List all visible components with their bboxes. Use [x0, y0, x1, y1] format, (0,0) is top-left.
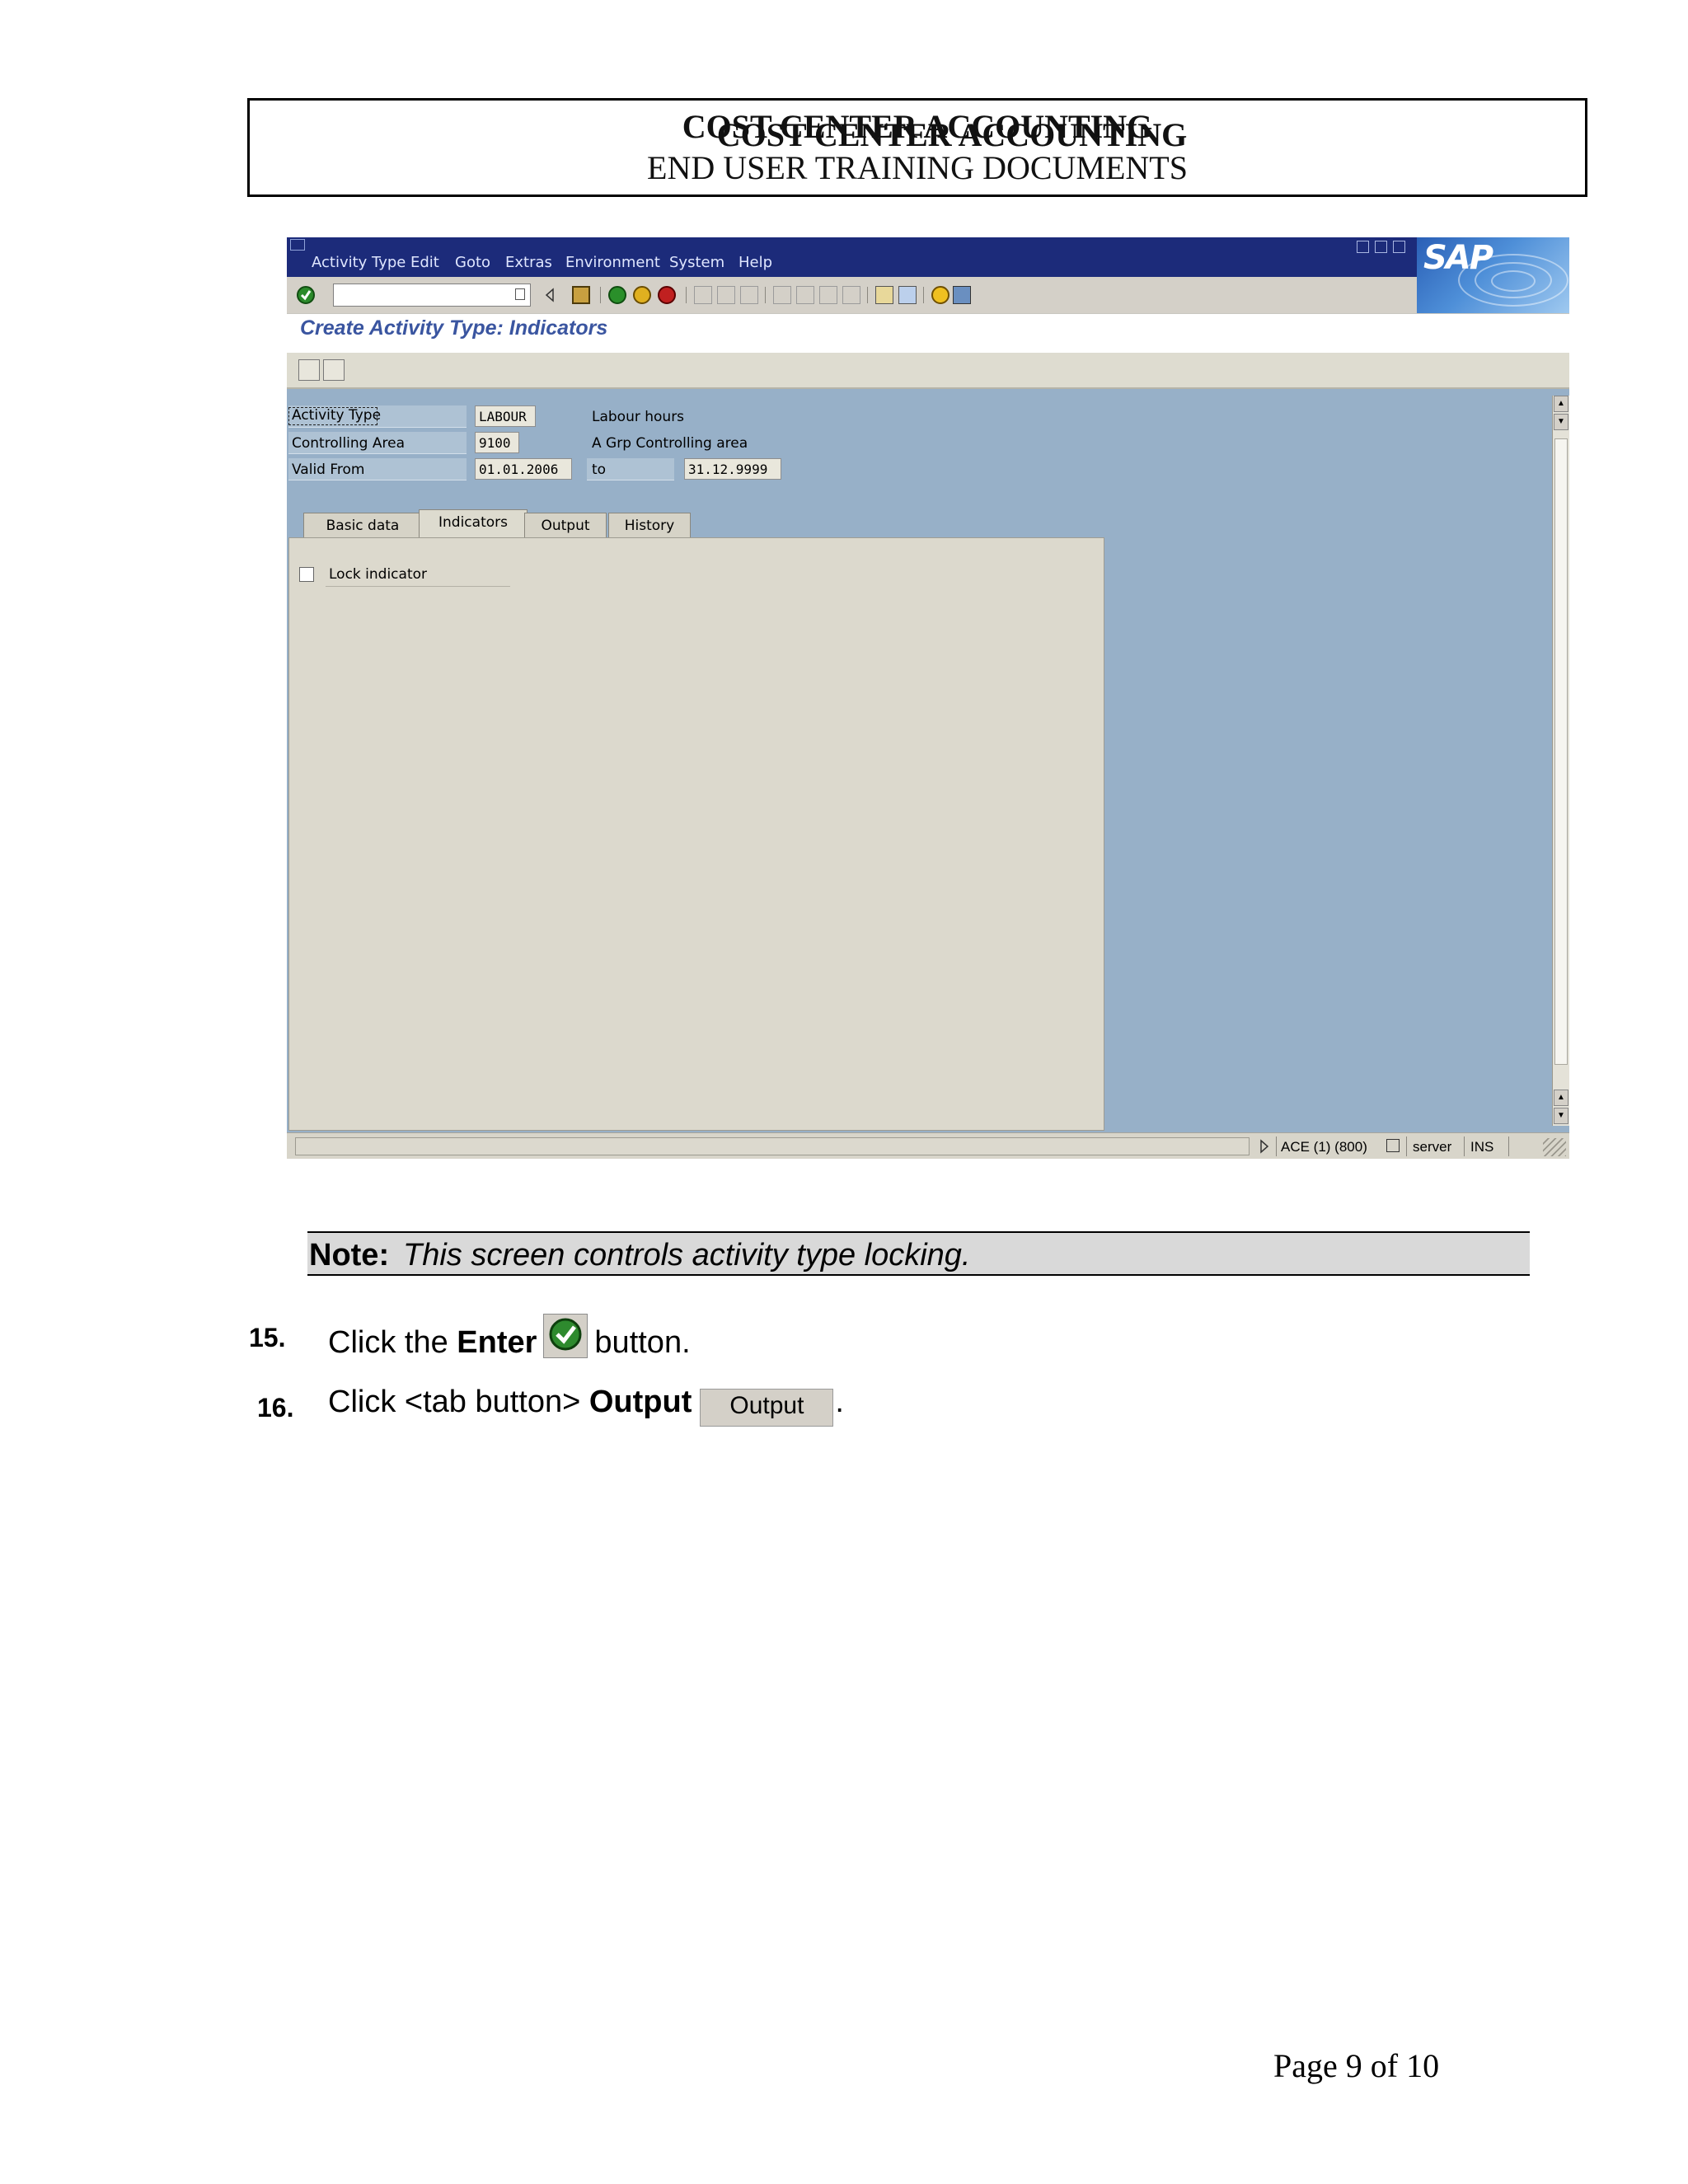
- note-box: Note: This screen controls activity type…: [307, 1231, 1530, 1276]
- scroll-down-bottom-icon[interactable]: ▼: [1554, 1108, 1568, 1124]
- layout-menu-icon[interactable]: [953, 286, 971, 304]
- shortcut-icon[interactable]: [898, 286, 917, 304]
- note-text: This screen controls activity type locki…: [403, 1238, 971, 1272]
- status-system: ACE (1) (800): [1281, 1139, 1367, 1155]
- create-session-icon[interactable]: [875, 286, 893, 304]
- activity-type-label: Activity Type: [292, 407, 382, 424]
- command-toggle-icon[interactable]: [544, 286, 556, 304]
- controlling-area-label: Controlling Area: [292, 435, 405, 452]
- lock-indicator-checkbox[interactable]: [299, 567, 314, 582]
- page-number: Page 9 of 10: [1273, 2047, 1440, 2084]
- next-page-icon[interactable]: [819, 286, 837, 304]
- note-label: Note:: [309, 1238, 390, 1272]
- header-subtitle: END USER TRAINING DOCUMENTS: [647, 149, 1188, 186]
- enter-icon[interactable]: [297, 286, 315, 304]
- screen-title: Create Activity Type: Indicators: [300, 316, 608, 340]
- step-15-bold: Enter: [457, 1325, 537, 1360]
- menu-environment[interactable]: Environment: [565, 254, 660, 271]
- resize-grip[interactable]: [1543, 1138, 1566, 1156]
- step-16: Click <tab button> Output Output.: [328, 1385, 844, 1427]
- menu-activity-type[interactable]: Activity Type: [312, 254, 406, 271]
- step-15-number: 15.: [249, 1323, 286, 1352]
- find-icon[interactable]: [717, 286, 735, 304]
- sap-window: Activity Type Edit Goto Extras Environme…: [287, 237, 1569, 1159]
- restore-icon[interactable]: [1375, 241, 1387, 253]
- save-icon[interactable]: [572, 286, 590, 304]
- tab-output[interactable]: Output: [524, 513, 607, 537]
- sap-logo-text: SAP: [1423, 239, 1493, 277]
- tab-panel-indicators: Lock indicator: [288, 537, 1104, 1131]
- inline-output-tab-button: Output: [700, 1389, 834, 1427]
- print-icon[interactable]: [694, 286, 712, 304]
- scroll-thumb[interactable]: [1554, 438, 1568, 1065]
- step-15-suffix: button.: [594, 1325, 691, 1360]
- scroll-down-icon[interactable]: ▼: [1554, 414, 1568, 430]
- exit-icon[interactable]: [633, 286, 651, 304]
- vertical-scrollbar[interactable]: ▲ ▼ ▲ ▼: [1552, 396, 1569, 1126]
- status-message-field: [295, 1137, 1250, 1155]
- close-window-icon[interactable]: [1393, 241, 1405, 253]
- application-toolbar: [287, 353, 1569, 389]
- cancel-icon[interactable]: [658, 286, 676, 304]
- tab-basic-data[interactable]: Basic data: [303, 513, 422, 537]
- scroll-up-bottom-icon[interactable]: ▲: [1554, 1090, 1568, 1106]
- status-expand-icon[interactable]: [1258, 1138, 1271, 1155]
- valid-from-label: Valid From: [292, 462, 365, 478]
- minimize-icon[interactable]: [1357, 241, 1369, 253]
- help-icon[interactable]: [931, 286, 950, 304]
- standard-toolbar: [287, 277, 1569, 314]
- valid-to-label: to: [592, 462, 607, 478]
- system-menu-icon[interactable]: [290, 239, 305, 251]
- status-bar: ACE (1) (800) server INS: [287, 1132, 1569, 1159]
- sap-logo: SAP: [1417, 237, 1569, 313]
- controlling-area-description: A Grp Controlling area: [592, 435, 748, 452]
- previous-page-icon[interactable]: [796, 286, 814, 304]
- first-page-icon[interactable]: [773, 286, 791, 304]
- menu-bar: Activity Type Edit Goto Extras Environme…: [287, 237, 1569, 277]
- menu-system[interactable]: System: [669, 254, 724, 271]
- tab-indicators[interactable]: Indicators: [419, 509, 528, 537]
- activity-type-field[interactable]: LABOUR: [475, 405, 536, 427]
- other-activity-type-icon[interactable]: [298, 359, 320, 381]
- scroll-up-icon[interactable]: ▲: [1554, 396, 1568, 412]
- valid-from-field[interactable]: 01.01.2006: [475, 458, 572, 480]
- step-16-bold: Output: [588, 1385, 692, 1419]
- lock-indicator-label: Lock indicator: [329, 566, 427, 583]
- step-15: Click the Enter button.: [328, 1314, 691, 1361]
- step-16-number: 16.: [257, 1393, 294, 1422]
- menu-edit[interactable]: Edit: [410, 254, 439, 271]
- controlling-area-field[interactable]: 9100: [475, 432, 519, 453]
- activity-type-description: Labour hours: [592, 409, 685, 425]
- back-icon[interactable]: [608, 286, 626, 304]
- command-field[interactable]: [333, 284, 531, 307]
- inline-enter-icon: [543, 1314, 588, 1358]
- step-15-prefix: Click the: [328, 1325, 448, 1360]
- session-info-icon[interactable]: [1386, 1139, 1400, 1152]
- status-mode: INS: [1470, 1139, 1494, 1155]
- find-next-icon[interactable]: [740, 286, 758, 304]
- menu-help[interactable]: Help: [738, 254, 772, 271]
- menu-goto[interactable]: Goto: [455, 254, 490, 271]
- status-server: server: [1413, 1139, 1452, 1155]
- document-header: COST CENTER ACCOUNTING COST CENTER ACCOU…: [247, 98, 1587, 197]
- command-field-dropdown-icon[interactable]: [515, 288, 525, 300]
- step-16-suffix: .: [835, 1385, 844, 1419]
- valid-to-field[interactable]: 31.12.9999: [684, 458, 781, 480]
- menu-extras[interactable]: Extras: [505, 254, 552, 271]
- display-search-icon[interactable]: [323, 359, 345, 381]
- last-page-icon[interactable]: [842, 286, 860, 304]
- tab-history[interactable]: History: [608, 513, 691, 537]
- step-16-prefix: Click <tab button>: [328, 1385, 581, 1419]
